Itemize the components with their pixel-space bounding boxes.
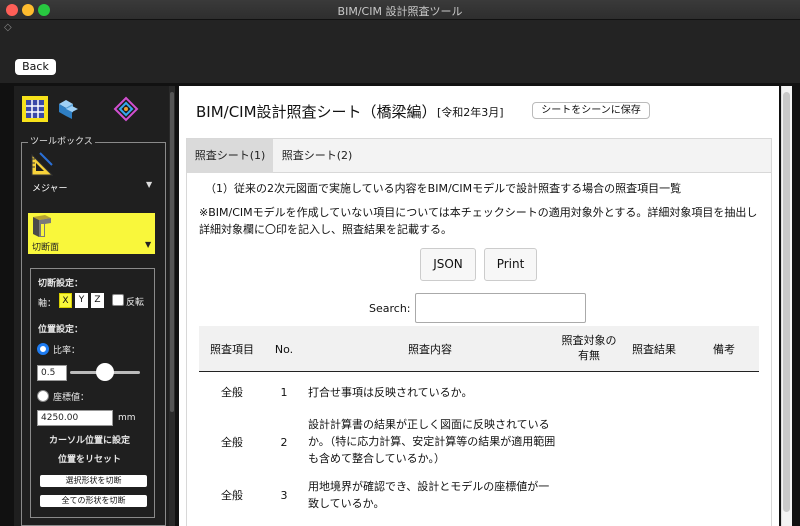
row-1-content: 打合せ事項は反映されているか。 <box>308 386 473 399</box>
json-button[interactable]: JSON <box>420 248 476 281</box>
column-header-result[interactable]: 照査結果 <box>624 342 684 357</box>
row-2-item: 全般 <box>221 436 243 449</box>
set-cursor-position-button[interactable]: カーソル位置に設定 <box>49 433 130 446</box>
measure-tool-label[interactable]: メジャー <box>32 181 68 194</box>
app-window: BIM/CIM 設計照査ツール ◇ Back ツールボックス メジャー ▼ 切断… <box>0 0 800 526</box>
print-button[interactable]: Print <box>484 248 537 281</box>
axis-z-button[interactable]: Z <box>91 293 104 308</box>
cut-settings-label: 切断設定： <box>38 279 84 289</box>
window-title: BIM/CIM 設計照査ツール <box>337 5 463 18</box>
link-nodes-icon[interactable] <box>113 96 139 122</box>
coordinate-input[interactable]: 4250.00 <box>37 410 113 426</box>
title-bar: BIM/CIM 設計照査ツール <box>0 0 800 20</box>
row-2-content: 設計計算書の結果が正しく図面に反映されているか。（特に応力計算、安定計算等の結果… <box>308 418 556 465</box>
measure-dropdown-icon[interactable]: ▼ <box>146 180 152 189</box>
axis-y-button[interactable]: Y <box>75 293 88 308</box>
ratio-slider-knob[interactable] <box>96 363 114 381</box>
column-header-item[interactable]: 照査項目 <box>201 342 263 357</box>
row-3-content: 用地境界が確認でき、設計とモデルの座標値が一致しているか。 <box>308 480 550 510</box>
row-3-no: 3 <box>280 489 288 502</box>
column-header-remarks[interactable]: 備考 <box>694 342 754 357</box>
diamond-icon: ◇ <box>4 22 12 33</box>
back-button[interactable]: Back <box>15 59 56 75</box>
column-header-no[interactable]: No. <box>266 342 302 357</box>
tab-sheet-2[interactable]: 照査シート(2) <box>275 139 359 173</box>
search-label: Search: <box>369 302 411 315</box>
column-header-content[interactable]: 照査内容 <box>305 342 555 357</box>
invert-label: 反転 <box>126 298 145 308</box>
reset-position-button[interactable]: 位置をリセット <box>58 452 121 465</box>
ratio-label: 比率： <box>53 346 81 356</box>
tab-sheet-1[interactable]: 照査シート(1) <box>187 139 273 173</box>
main-scrollbar-thumb[interactable] <box>783 92 790 512</box>
page-title: BIM/CIM設計照査シート（橋梁編） <box>196 103 437 121</box>
coordinate-radio[interactable] <box>37 390 49 402</box>
cut-all-button[interactable]: 全ての形状を切断 <box>40 495 147 507</box>
coordinate-label: 座標値： <box>53 393 90 403</box>
save-to-scene-button[interactable]: シートをシーンに保存 <box>532 102 650 119</box>
row-1-no: 1 <box>280 386 288 399</box>
column-header-target[interactable]: 照査対象の有無 <box>561 333 617 363</box>
grid-model-icon[interactable] <box>22 96 48 122</box>
section-note: ※BIM/CIMモデルを作成していない項目については本チェックシートの適用対象外… <box>199 206 758 236</box>
axis-label: 軸： <box>38 299 57 309</box>
tab-bar <box>186 138 772 173</box>
ratio-radio[interactable] <box>37 343 49 355</box>
toolbox-label: ツールボックス <box>28 134 95 147</box>
search-input[interactable] <box>415 293 586 323</box>
coordinate-unit: mm <box>118 413 136 423</box>
measure-icon[interactable] <box>30 151 56 177</box>
axis-x-button[interactable]: X <box>59 293 72 308</box>
invert-checkbox[interactable] <box>112 294 124 306</box>
section-tool-label[interactable]: 切断面 <box>32 240 59 253</box>
sheet-date: [令和2年3月] <box>437 106 504 119</box>
cube-model-icon[interactable] <box>54 96 80 122</box>
cut-selected-button[interactable]: 選択形状を切断 <box>40 475 147 487</box>
row-2-no: 2 <box>280 436 288 449</box>
section-dropdown-icon[interactable]: ▼ <box>145 240 151 249</box>
row-3-item: 全般 <box>221 489 243 502</box>
row-1-item: 全般 <box>221 386 243 399</box>
section-heading: （1）従来の2次元図面で実施している内容をBIM/CIMモデルで設計照査する場合… <box>205 182 682 195</box>
ratio-input[interactable]: 0.5 <box>37 365 67 381</box>
position-settings-label: 位置設定： <box>38 325 84 335</box>
sidebar-scrollbar-thumb[interactable] <box>170 92 174 412</box>
